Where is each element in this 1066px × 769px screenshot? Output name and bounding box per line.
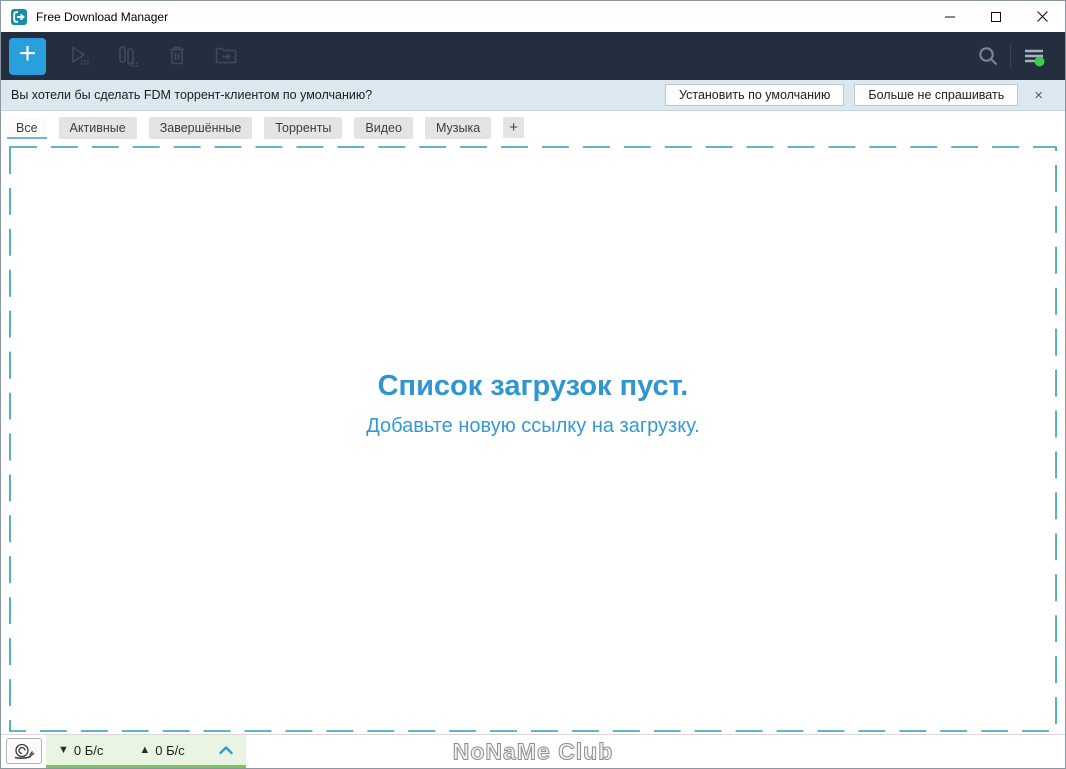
pause-downloads-button[interactable] xyxy=(103,32,152,80)
chevron-up-icon xyxy=(218,745,234,755)
add-download-button[interactable]: + xyxy=(9,38,46,75)
empty-list-subtitle: Добавьте новую ссылку на загрузку. xyxy=(1,415,1065,438)
download-arrow-icon: ▼ xyxy=(58,744,69,756)
maximize-button[interactable] xyxy=(973,1,1019,32)
notification-message: Вы хотели бы сделать FDM торрент-клиенто… xyxy=(11,88,372,102)
open-folder-button[interactable] xyxy=(201,32,250,80)
watermark-text: NoNaMe Club xyxy=(453,738,614,765)
window-title: Free Download Manager xyxy=(36,10,168,24)
titlebar: Free Download Manager xyxy=(1,1,1065,32)
app-logo-icon xyxy=(10,8,28,26)
drop-zone-dashed-border xyxy=(1,144,1065,734)
speed-panel: ▼ 0 Б/с ▲ 0 Б/с xyxy=(46,735,246,768)
folder-arrow-icon xyxy=(213,43,239,69)
online-status-dot xyxy=(1035,57,1045,67)
plus-icon: + xyxy=(19,39,37,69)
tab-all[interactable]: Все xyxy=(7,117,47,139)
hamburger-menu-icon xyxy=(1022,44,1046,68)
pause-icon xyxy=(115,43,141,69)
main-menu-button[interactable] xyxy=(1011,32,1057,80)
torrent-default-notification: Вы хотели бы сделать FDM торрент-клиенто… xyxy=(1,80,1065,111)
close-button[interactable] xyxy=(1019,1,1065,32)
toolbar-right-group xyxy=(966,32,1057,80)
snail-icon xyxy=(12,742,36,760)
window-controls xyxy=(927,1,1065,32)
tab-torrents[interactable]: Торренты xyxy=(264,117,342,139)
minimize-button[interactable] xyxy=(927,1,973,32)
snail-mode-button[interactable] xyxy=(6,738,42,764)
start-downloads-button[interactable] xyxy=(54,32,103,80)
search-button[interactable] xyxy=(966,32,1010,80)
main-toolbar: + xyxy=(1,32,1065,80)
play-icon xyxy=(66,43,92,69)
tab-video[interactable]: Видео xyxy=(354,117,413,139)
download-speed-value: 0 Б/с xyxy=(74,743,104,758)
filter-tabbar: Все Активные Завершённые Торренты Видео … xyxy=(1,111,1065,144)
add-tab-button[interactable]: + xyxy=(503,117,524,138)
upload-arrow-icon: ▲ xyxy=(139,744,150,756)
set-default-button[interactable]: Установить по умолчанию xyxy=(665,84,844,106)
dont-ask-again-button[interactable]: Больше не спрашивать xyxy=(854,84,1018,106)
trash-icon xyxy=(165,44,189,68)
notification-close-icon[interactable]: × xyxy=(1034,88,1043,103)
tab-active[interactable]: Активные xyxy=(59,117,137,139)
empty-list-title: Список загрузок пуст. xyxy=(1,370,1065,403)
fdm-window: Free Download Manager + xyxy=(0,0,1066,769)
upload-speed: ▲ 0 Б/с xyxy=(139,743,184,758)
statusbar: ▼ 0 Б/с ▲ 0 Б/с NoNaMe Club xyxy=(1,734,1065,768)
tab-completed[interactable]: Завершённые xyxy=(149,117,253,139)
expand-speed-panel-button[interactable] xyxy=(218,745,234,755)
upload-speed-value: 0 Б/с xyxy=(155,743,185,758)
download-list-area[interactable]: Список загрузок пуст. Добавьте новую ссы… xyxy=(1,144,1065,734)
search-icon xyxy=(976,44,1000,68)
download-speed: ▼ 0 Б/с xyxy=(58,743,103,758)
tab-music[interactable]: Музыка xyxy=(425,117,491,139)
delete-download-button[interactable] xyxy=(152,32,201,80)
empty-state: Список загрузок пуст. Добавьте новую ссы… xyxy=(1,370,1065,438)
